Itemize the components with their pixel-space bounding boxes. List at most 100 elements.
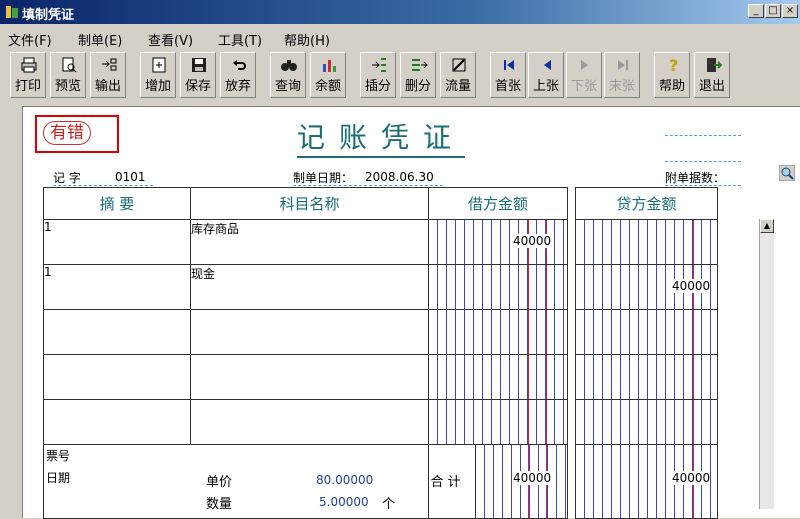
binoculars-icon [281,60,297,71]
voucher-panel: 有错 记账凭证 记 字 0101 制单日期： 2008.06.30 附单据数： … [22,106,800,519]
cell-debit[interactable] [428,309,568,355]
app-icon [6,6,18,18]
entry-table: 摘 要 科目名称 借方金额 贷方金额 1 库存商品 40000 1 现金 400… [43,187,718,519]
cell-credit[interactable] [575,309,718,355]
dashed-line [53,185,153,186]
cell-debit[interactable]: 40000 [428,219,568,265]
svg-text:?: ? [669,56,678,74]
cash-flow-button[interactable]: 流量 [440,52,476,98]
cell-summary[interactable]: 1 [43,264,191,310]
header-account: 科目名称 [190,187,429,220]
search-icon[interactable] [779,165,795,181]
exit-button[interactable]: 退出 [694,52,730,98]
cell-account[interactable] [190,309,429,355]
bar-chart-icon [323,60,336,72]
cell-credit[interactable] [575,219,718,265]
maximize-button[interactable]: □ [765,4,781,18]
next-button[interactable]: 下张 [566,52,602,98]
flow-icon [452,58,466,72]
save-icon [192,58,206,72]
date-label: 制单日期： [293,171,354,185]
minimize-button[interactable]: _ [748,4,764,18]
header-credit: 贷方金额 [575,187,718,220]
header-summary: 摘 要 [43,187,191,220]
cell-debit[interactable] [428,399,568,445]
exit-door-icon [707,58,722,72]
dashed-line [665,185,741,186]
dashed-line [665,161,741,162]
price-value: 80.00000 [316,473,374,487]
qty-label: 数量 [206,497,233,512]
total-credit: 40000 [672,471,711,485]
menu-view[interactable]: 查看(V) [148,30,193,49]
previous-button[interactable]: 上张 [528,52,564,98]
voucher-title: 记账凭证 [297,121,466,158]
cell-account[interactable]: 库存商品 [190,219,429,265]
voucher-date[interactable]: 2008.06.30 [365,170,434,184]
query-button[interactable]: 查询 [270,52,306,98]
vertical-scrollbar[interactable]: ▲ [759,219,774,509]
dashed-line [293,185,443,186]
footer-date-label: 日期 [46,471,71,485]
voucher-type-label: 记 字 [53,171,81,185]
insert-row-icon [372,58,386,72]
total-debit-cell: 40000 [475,444,568,519]
header-debit: 借方金额 [428,187,568,220]
table-row: 1 库存商品 40000 [43,219,718,265]
menu-voucher[interactable]: 制单(E) [78,30,122,49]
menu-help[interactable]: 帮助(H) [284,30,330,49]
qty-unit: 个 [382,497,396,512]
printer-icon [21,57,37,73]
title-bar: 填制凭证 _ □ × [0,0,800,24]
insert-split-button[interactable]: 插分 [360,52,396,98]
cell-summary[interactable] [43,399,191,445]
footer-details: 票号 日期 单价 80.00000 数量 5.00000 个 [43,444,429,519]
help-button[interactable]: ? 帮助 [654,52,690,98]
table-row [43,399,718,445]
export-icon [102,58,117,71]
close-button[interactable]: × [782,4,798,18]
total-debit: 40000 [513,471,552,485]
print-button[interactable]: 打印 [10,52,46,98]
error-status-stamp: 有错 [35,115,119,153]
last-icon [618,60,628,70]
preview-button[interactable]: 预览 [50,52,86,98]
table-row [43,309,718,355]
add-icon [152,57,166,73]
cell-credit[interactable] [575,399,718,445]
previous-icon [544,60,551,70]
first-button[interactable]: 首张 [490,52,526,98]
window-title: 填制凭证 [22,8,75,23]
qty-value: 5.00000 [319,495,369,509]
ticket-label: 票号 [46,449,71,463]
save-button[interactable]: 保存 [180,52,216,98]
cell-debit[interactable] [428,354,568,400]
table-row [43,354,718,400]
table-row: 1 现金 40000 [43,264,718,310]
cell-account[interactable] [190,354,429,400]
voucher-number[interactable]: 0101 [115,170,146,184]
cell-account[interactable]: 现金 [190,264,429,310]
dashed-line [665,135,741,136]
cell-account[interactable] [190,399,429,445]
price-label: 单价 [206,475,233,490]
menu-file[interactable]: 文件(F) [8,30,52,49]
delete-split-button[interactable]: 删分 [400,52,436,98]
cell-credit[interactable]: 40000 [575,264,718,310]
attachment-label: 附单据数： [665,171,726,185]
column-gap [567,187,576,220]
discard-button[interactable]: 放弃 [220,52,256,98]
cell-debit[interactable] [428,264,568,310]
first-icon [504,60,514,70]
balance-button[interactable]: 余额 [310,52,346,98]
last-button[interactable]: 末张 [604,52,640,98]
cell-summary[interactable]: 1 [43,219,191,265]
scroll-up-icon[interactable]: ▲ [760,219,774,233]
export-button[interactable]: 输出 [90,52,126,98]
add-button[interactable]: 增加 [140,52,176,98]
cell-credit[interactable] [575,354,718,400]
cell-summary[interactable] [43,309,191,355]
preview-icon [62,57,77,73]
menu-tools[interactable]: 工具(T) [218,30,262,49]
cell-summary[interactable] [43,354,191,400]
